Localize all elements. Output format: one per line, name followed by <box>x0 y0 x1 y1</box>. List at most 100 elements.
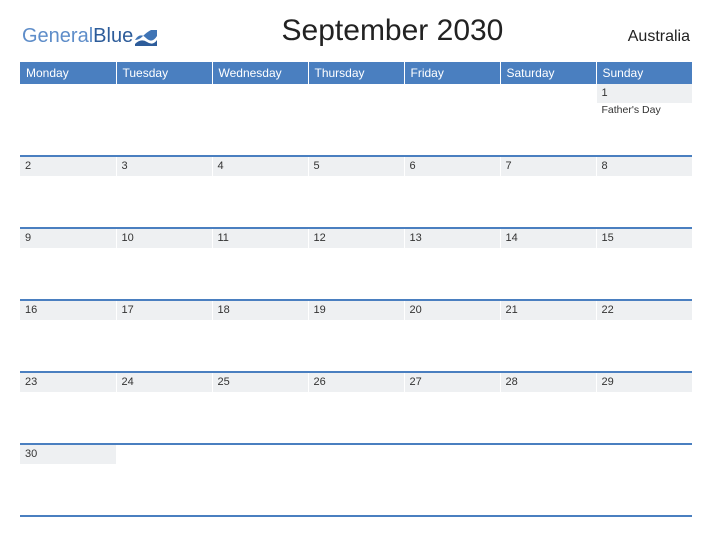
weekday-header: Wednesday <box>212 62 308 84</box>
logo-text-2: Blue <box>93 25 133 48</box>
day-number: 17 <box>117 301 212 320</box>
day-number: 21 <box>501 301 596 320</box>
calendar-week-row: 30 <box>20 444 692 516</box>
calendar-day-cell: 2 <box>20 156 116 228</box>
calendar-day-cell: 1Father's Day <box>596 84 692 156</box>
month-year-title: September 2030 <box>157 14 628 48</box>
day-number: 26 <box>309 373 404 392</box>
calendar-day-cell: 4 <box>212 156 308 228</box>
calendar-day-cell: 22 <box>596 300 692 372</box>
calendar-day-cell: 16 <box>20 300 116 372</box>
day-number: 11 <box>213 229 308 248</box>
day-number: 8 <box>597 157 693 176</box>
calendar-day-cell: 30 <box>20 444 116 516</box>
day-number: 15 <box>597 229 693 248</box>
day-number: 3 <box>117 157 212 176</box>
day-number: 14 <box>501 229 596 248</box>
weekday-header: Thursday <box>308 62 404 84</box>
calendar-day-cell: 9 <box>20 228 116 300</box>
weekday-header: Sunday <box>596 62 692 84</box>
logo-wave-icon <box>135 29 157 45</box>
calendar-header: GeneralBlue September 2030 Australia <box>20 18 692 48</box>
day-number <box>597 445 693 462</box>
holiday-label: Father's Day <box>597 103 693 117</box>
calendar-week-row: 23242526272829 <box>20 372 692 444</box>
calendar-day-cell: 20 <box>404 300 500 372</box>
day-number: 19 <box>309 301 404 320</box>
calendar-day-cell: 14 <box>500 228 596 300</box>
day-number: 7 <box>501 157 596 176</box>
day-number <box>405 84 500 101</box>
day-number <box>213 84 308 101</box>
day-number: 29 <box>597 373 693 392</box>
day-number <box>213 445 308 462</box>
calendar-day-cell: 5 <box>308 156 404 228</box>
calendar-day-cell <box>404 444 500 516</box>
day-number: 28 <box>501 373 596 392</box>
calendar-day-cell: 12 <box>308 228 404 300</box>
day-number: 9 <box>20 229 116 248</box>
calendar-day-cell <box>500 84 596 156</box>
calendar-day-cell: 18 <box>212 300 308 372</box>
calendar-day-cell: 10 <box>116 228 212 300</box>
day-number: 12 <box>309 229 404 248</box>
day-number: 23 <box>20 373 116 392</box>
calendar-grid: Monday Tuesday Wednesday Thursday Friday… <box>20 62 692 517</box>
day-number <box>501 84 596 101</box>
weekday-header: Saturday <box>500 62 596 84</box>
day-number <box>117 84 212 101</box>
day-number: 4 <box>213 157 308 176</box>
day-number: 24 <box>117 373 212 392</box>
day-number: 2 <box>20 157 116 176</box>
day-number: 22 <box>597 301 693 320</box>
calendar-day-cell <box>308 84 404 156</box>
calendar-day-cell: 29 <box>596 372 692 444</box>
calendar-day-cell <box>500 444 596 516</box>
day-number <box>117 445 212 462</box>
day-number: 20 <box>405 301 500 320</box>
day-number <box>501 445 596 462</box>
calendar-day-cell: 26 <box>308 372 404 444</box>
day-number: 18 <box>213 301 308 320</box>
calendar-day-cell: 13 <box>404 228 500 300</box>
calendar-day-cell: 6 <box>404 156 500 228</box>
calendar-week-row: 16171819202122 <box>20 300 692 372</box>
calendar-week-row: 2345678 <box>20 156 692 228</box>
day-number: 5 <box>309 157 404 176</box>
day-number: 1 <box>597 84 693 103</box>
calendar-day-cell: 11 <box>212 228 308 300</box>
calendar-day-cell <box>116 84 212 156</box>
calendar-day-cell: 15 <box>596 228 692 300</box>
calendar-week-row: 1Father's Day <box>20 84 692 156</box>
day-number <box>405 445 500 462</box>
day-number: 10 <box>117 229 212 248</box>
calendar-day-cell: 25 <box>212 372 308 444</box>
calendar-day-cell <box>212 444 308 516</box>
weekday-header-row: Monday Tuesday Wednesday Thursday Friday… <box>20 62 692 84</box>
day-number: 16 <box>20 301 116 320</box>
weekday-header: Friday <box>404 62 500 84</box>
calendar-day-cell <box>308 444 404 516</box>
weekday-header: Monday <box>20 62 116 84</box>
calendar-day-cell: 24 <box>116 372 212 444</box>
calendar-day-cell <box>212 84 308 156</box>
calendar-day-cell <box>596 444 692 516</box>
day-number <box>309 445 404 462</box>
calendar-day-cell: 28 <box>500 372 596 444</box>
brand-logo: GeneralBlue <box>22 25 157 48</box>
day-number: 13 <box>405 229 500 248</box>
calendar-day-cell <box>404 84 500 156</box>
day-number: 6 <box>405 157 500 176</box>
day-number: 25 <box>213 373 308 392</box>
day-number: 27 <box>405 373 500 392</box>
calendar-day-cell: 23 <box>20 372 116 444</box>
calendar-day-cell: 3 <box>116 156 212 228</box>
day-number: 30 <box>20 445 116 464</box>
logo-text-1: General <box>22 25 93 48</box>
calendar-day-cell: 19 <box>308 300 404 372</box>
day-number <box>20 84 116 101</box>
calendar-day-cell <box>116 444 212 516</box>
calendar-week-row: 9101112131415 <box>20 228 692 300</box>
calendar-day-cell: 8 <box>596 156 692 228</box>
calendar-day-cell: 21 <box>500 300 596 372</box>
